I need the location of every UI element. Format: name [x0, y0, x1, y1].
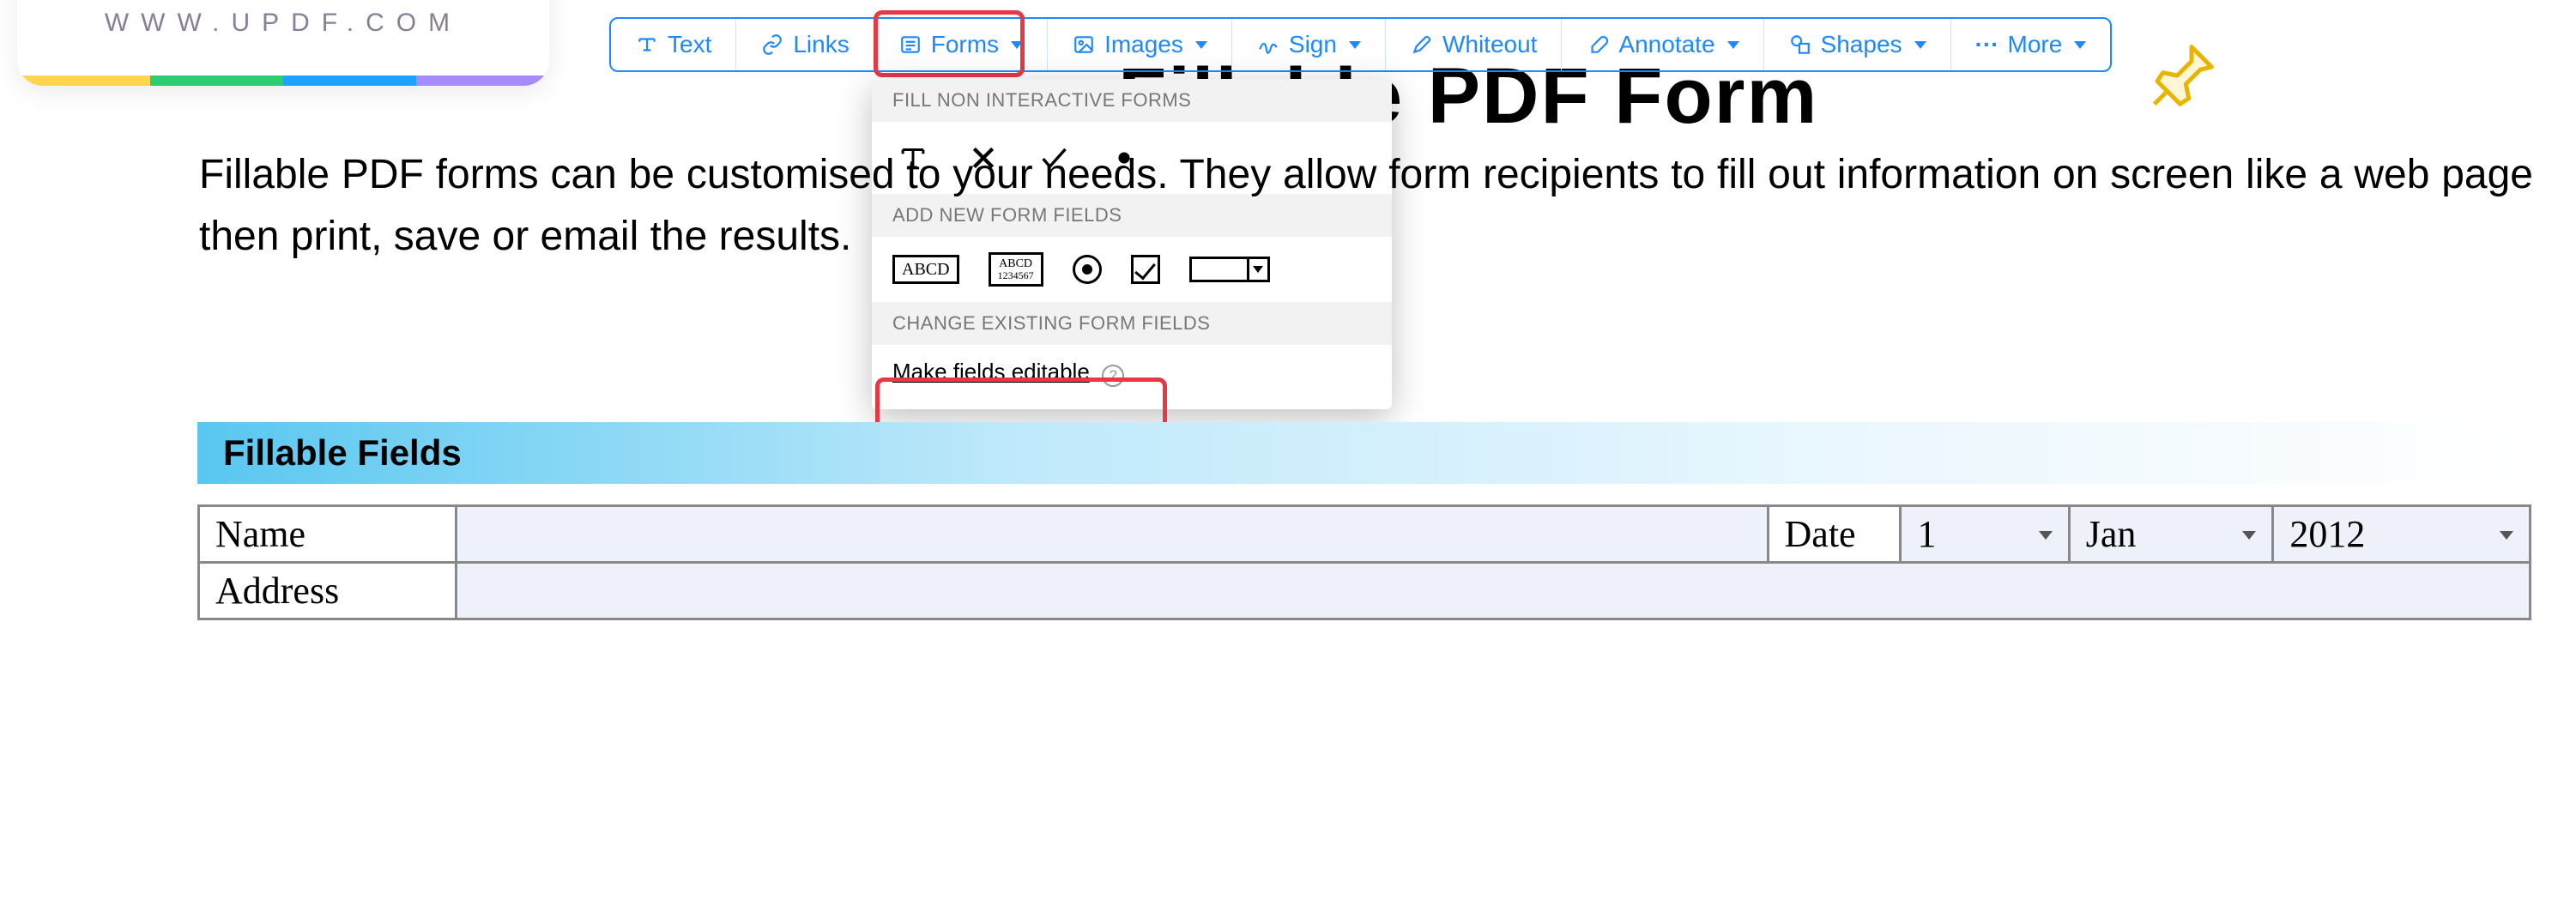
dd-row-change: Make fields editable ? [872, 345, 1392, 406]
date-month-value: Jan [2086, 513, 2137, 555]
document-body-text: Fillable PDF forms can be customised to … [199, 144, 2533, 268]
dd-header-change: CHANGE EXISTING FORM FIELDS [872, 302, 1392, 345]
label-date: Date [1768, 506, 1901, 563]
label-name: Name [199, 506, 457, 563]
caret-icon [2074, 41, 2086, 49]
logo-stripe [17, 75, 549, 86]
more-button[interactable]: ··· More [1951, 19, 2111, 70]
chevron-down-icon [2242, 531, 2256, 540]
shapes-label: Shapes [1821, 31, 1902, 58]
pin-icon[interactable] [2149, 41, 2217, 110]
link-icon [760, 33, 784, 57]
images-button[interactable]: Images [1048, 19, 1232, 70]
name-field[interactable] [456, 506, 1768, 563]
date-day-select[interactable]: 1 [1901, 506, 2069, 563]
shapes-button[interactable]: Shapes [1764, 19, 1951, 70]
date-year-value: 2012 [2289, 513, 2365, 555]
toolbar: Text Links Forms Images Sign [609, 17, 2112, 72]
caret-icon [1727, 41, 1739, 49]
sign-icon [1256, 33, 1280, 57]
section-title: Fillable Fields [223, 432, 462, 474]
table-row: Name Date 1 Jan 2012 [199, 506, 2531, 563]
links-label: Links [793, 31, 849, 58]
annotate-label: Annotate [1618, 31, 1714, 58]
text-icon [635, 33, 659, 57]
whiteout-icon [1410, 33, 1434, 57]
make-fields-editable-link[interactable]: Make fields editable [892, 359, 1090, 384]
annotate-icon [1586, 33, 1610, 57]
forms-button[interactable]: Forms [874, 19, 1048, 70]
text-label: Text [668, 31, 711, 58]
label-address: Address [199, 563, 457, 619]
multiline-sub: 1234567 [998, 270, 1034, 281]
caret-icon [1011, 41, 1023, 49]
chevron-down-icon [2500, 531, 2513, 540]
date-month-select[interactable]: Jan [2069, 506, 2273, 563]
form-icon [898, 33, 922, 57]
whiteout-button[interactable]: Whiteout [1386, 19, 1563, 70]
form-table: Name Date 1 Jan 2012 Address [197, 504, 2531, 620]
images-label: Images [1104, 31, 1183, 58]
sign-label: Sign [1289, 31, 1337, 58]
caret-icon [1349, 41, 1361, 49]
caret-icon [1195, 41, 1207, 49]
address-field[interactable] [456, 563, 2530, 619]
text-button[interactable]: Text [611, 19, 736, 70]
logo-url-text: WWW.UPDF.COM [17, 9, 549, 38]
shapes-icon [1788, 33, 1812, 57]
more-icon: ··· [1975, 33, 1999, 57]
more-label: More [2008, 31, 2063, 58]
sign-button[interactable]: Sign [1232, 19, 1386, 70]
date-day-value: 1 [1917, 513, 1936, 555]
annotate-button[interactable]: Annotate [1562, 19, 1763, 70]
date-year-select[interactable]: 2012 [2273, 506, 2531, 563]
logo-card: WWW.UPDF.COM [17, 0, 549, 86]
help-icon[interactable]: ? [1102, 365, 1124, 387]
whiteout-label: Whiteout [1442, 31, 1538, 58]
image-icon [1072, 33, 1096, 57]
dd-header-fill: FILL NON INTERACTIVE FORMS [872, 79, 1392, 122]
forms-label: Forms [931, 31, 999, 58]
caret-icon [1914, 41, 1926, 49]
links-button[interactable]: Links [736, 19, 874, 70]
table-row: Address [199, 563, 2531, 619]
section-banner: Fillable Fields [197, 422, 2531, 484]
chevron-down-icon [2039, 531, 2053, 540]
